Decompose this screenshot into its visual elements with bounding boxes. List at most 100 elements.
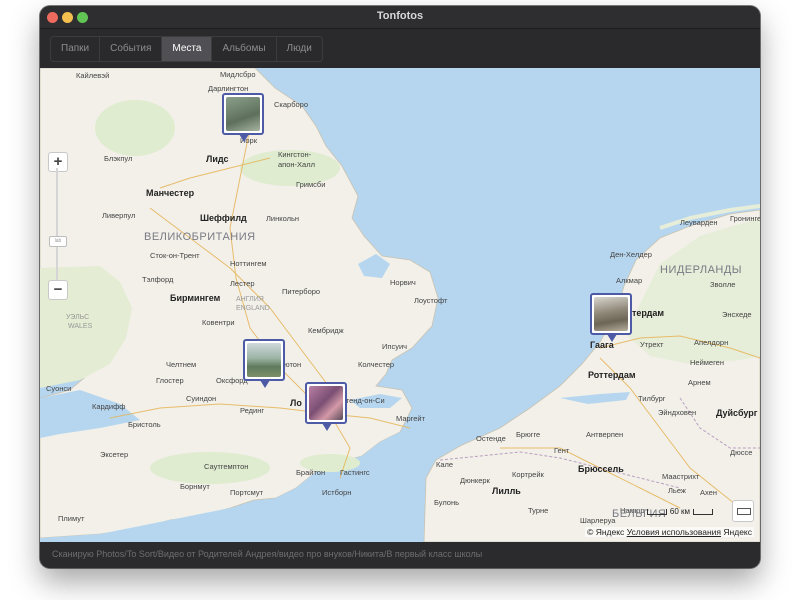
green-patch-north [95,100,175,156]
label-grimsby: Гримсби [296,180,326,189]
tab-people[interactable]: Люди [277,37,322,61]
photo-thumbnail [247,343,281,377]
label-lille: Лилль [492,486,521,496]
label-kingston: Кингстон- [278,150,312,159]
label-exeter: Эксетер [100,450,129,459]
label-bruges: Брюгге [516,430,541,439]
toolbar: Папки События Места Альбомы Люди [40,29,760,68]
photo-pin-the-hague[interactable] [590,293,632,342]
label-gloucester: Глостер [156,376,184,385]
app-window: Tonfotos Папки События Места Альбомы Люд… [40,6,760,568]
zoom-out-button[interactable]: − [48,280,68,300]
label-swansea: Суонси [46,384,72,393]
label-leeds: Лидс [206,154,229,164]
label-wales-en: WALES [68,323,93,330]
label-zwolle: Зволле [710,280,736,289]
label-eindhoven: Эйндховен [658,408,697,417]
label-rotterdam-top: тердам [632,308,665,318]
copyright-text: © Яндекс [587,527,625,537]
yandex-brand: Яндекс [723,527,752,537]
label-bristol: Бристоль [128,420,161,429]
photo-thumbnail [309,386,343,420]
label-sheffield: Шеффилд [200,213,247,223]
photo-thumbnail [226,97,260,131]
view-tabs: Папки События Места Альбомы Люди [50,36,323,62]
label-southampton: Саутгемптон [204,462,249,471]
label-kailvey: Кайлевэй [76,71,110,80]
label-blackpool: Блэкпул [104,154,133,163]
zoom-slider-track[interactable] [56,168,58,280]
label-rotterdam: Роттердам [588,370,636,380]
label-manchester: Манчестер [146,188,195,198]
label-telford: Тэлфорд [142,275,174,284]
label-margate: Маргейт [396,414,426,423]
tab-folders[interactable]: Папки [51,37,101,61]
status-bar: Сканирую Photos/To Sort/Видео от Родител… [40,542,760,568]
label-liverpool: Ливерпул [102,211,136,220]
label-duisburg: Дуйсбург [716,408,758,418]
photo-pin-york[interactable] [222,93,264,142]
label-kortrijk: Кортрейк [512,470,544,479]
photo-pin-oxford[interactable] [243,339,285,388]
label-peterborough: Питерборо [282,287,321,296]
terms-link[interactable]: Условия использования [627,527,721,537]
label-ipswich: Ипсуич [382,342,408,351]
label-utrecht: Утрехт [640,340,664,349]
label-luton: ютон [284,360,302,369]
label-ghent: Гент [554,446,570,455]
label-enschede: Энсхеде [722,310,752,319]
ruler-icon [737,508,751,515]
label-eastbourne: Истборн [322,488,352,497]
label-lincoln: Линкольн [266,214,300,223]
photo-thumbnail [594,297,628,331]
scale-label: 60 км [669,507,690,516]
label-brighton: Брайтон [296,468,326,477]
label-brussels: Брюссель [578,464,624,474]
label-leeuwarden: Леуварден [680,218,718,227]
label-charleroi: Шарлеруа [580,516,616,525]
label-scarborough: Скарборо [274,100,309,109]
label-liege: Льеж [668,486,686,495]
label-antwerp: Антверпен [586,430,624,439]
label-tournai: Турне [528,506,549,515]
label-boulogne: Булонь [434,498,460,507]
label-kingston-2: апон-Халл [278,160,315,169]
zoom-in-button[interactable]: + [48,152,68,172]
label-cardiff: Кардифф [92,402,126,411]
tab-albums[interactable]: Альбомы [212,37,277,61]
tab-places[interactable]: Места [162,37,213,61]
photo-pin-london[interactable] [305,382,347,431]
map-view[interactable]: Кайлевэй Мидлсбро Дарлингтон Скарборо Йо… [40,68,760,542]
label-england: ENGLAND [236,305,270,312]
label-angliya: АНГЛИЯ [236,296,264,303]
label-arnhem: Арнем [688,378,711,387]
tab-events[interactable]: События [100,37,163,61]
label-groningen: Гронинген [730,214,760,223]
label-plymouth: Плимут [58,514,85,523]
label-norwich: Норвич [390,278,416,287]
label-apeldoorn: Апелдорн [694,338,729,347]
label-ostend: Остенде [476,434,506,443]
label-middlesbrough: Мидлсбро [220,70,256,79]
label-maastricht: Маастрихт [662,472,700,481]
ruler-button[interactable] [732,500,754,522]
label-cambridge: Кембридж [308,326,344,335]
label-netherlands: НИДЕРЛАНДЫ [660,264,743,276]
title-bar: Tonfotos [40,6,760,29]
label-darlington: Дарлингтон [208,84,249,93]
label-stoke: Сток-он-Трент [150,251,200,260]
label-wales-ru: УЭЛЬС [66,314,90,321]
label-great-britain: ВЕЛИКОБРИТАНИЯ [144,231,256,243]
label-den-helder: Ден-Хелдер [610,250,652,259]
zoom-slider-handle[interactable]: lab [49,236,67,247]
label-alkmaar: Алкмар [616,276,643,285]
label-duesseldorf: Дюссе [730,448,753,457]
label-nottingham: Ноттингем [230,259,267,268]
label-cheltenham: Челтнем [166,360,197,369]
window-title: Tonfotos [376,10,424,22]
label-colchester: Колчестер [358,360,395,369]
label-dunkirk: Дюнкерк [460,476,490,485]
label-southend: утенд-он-Си [342,396,385,405]
scale-bar [646,508,667,515]
label-calais: Кале [436,460,454,469]
